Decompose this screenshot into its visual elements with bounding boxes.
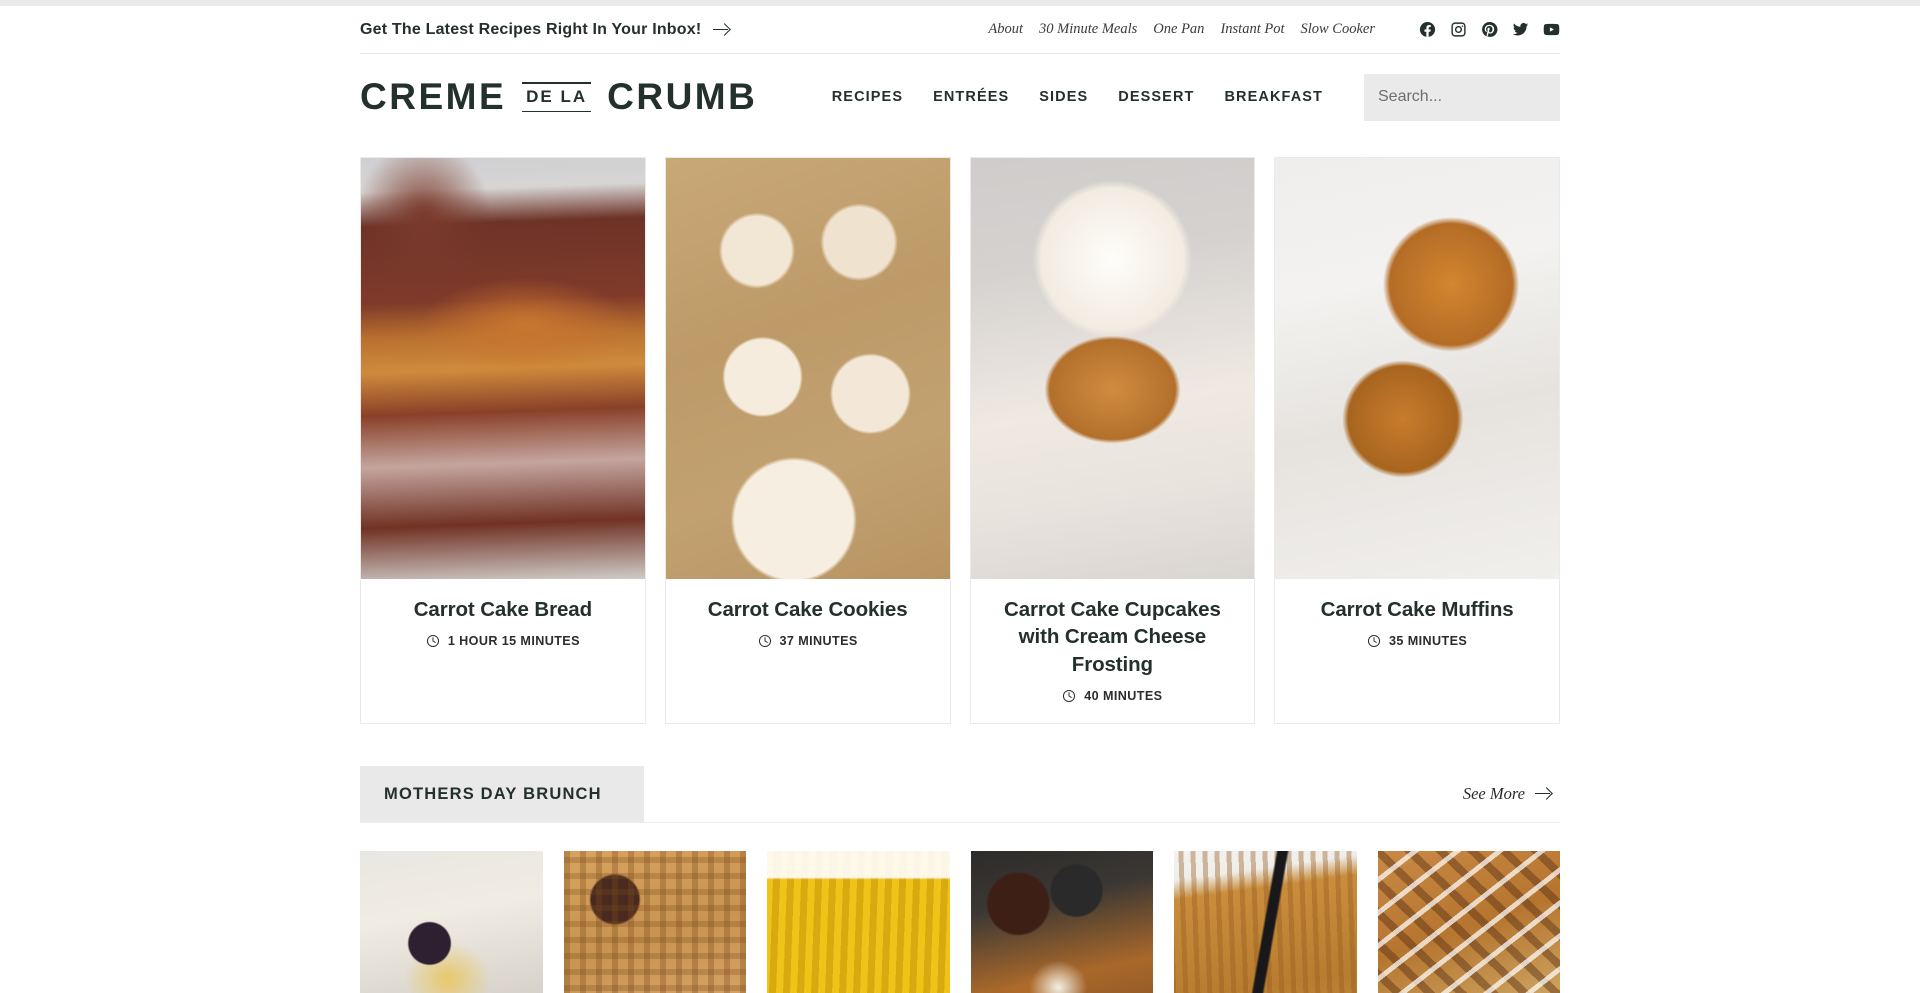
carousel-item[interactable] [1377,850,1560,993]
clock-icon [426,635,439,648]
top-bar-right: About 30 Minute Meals One Pan Instant Po… [980,21,1560,38]
recipe-card-time-label: 40 MINUTES [1084,688,1163,703]
recipe-card-title[interactable]: Carrot Cake Cookies [680,596,936,623]
site-header: CREME DE LA CRUMB RECIPES ENTRÉES SIDES … [360,54,1585,140]
carousel-item[interactable] [360,850,543,993]
recipe-card[interactable]: Carrot Cake Muffins 35 MINUTES [1274,157,1560,724]
recipe-card[interactable]: Carrot Cake Cookies 37 MINUTES [664,157,951,724]
recipe-card-time-label: 35 MINUTES [1389,634,1468,649]
recipe-card-image[interactable] [665,158,950,579]
recipe-card-image[interactable] [970,158,1255,579]
section-title: MOTHERS DAY BRUNCH [360,765,644,822]
recipe-card-image[interactable] [1275,158,1559,579]
brunch-carousel [360,850,1560,993]
recipe-card-time: 37 MINUTES [680,634,936,648]
youtube-icon[interactable] [1543,21,1560,38]
recipe-card-body: Carrot Cake Muffins 35 MINUTES [1275,579,1559,723]
recipe-card-image[interactable] [361,158,645,579]
site-logo[interactable]: CREME DE LA CRUMB [360,76,757,118]
recipe-card-title[interactable]: Carrot Cake Muffins [1289,596,1545,623]
recipe-card-time: 35 MINUTES [1289,634,1545,648]
logo-word-crumb: CRUMB [607,76,758,117]
top-nav-item-about[interactable]: About [980,21,1031,38]
recipe-card-time: 1 HOUR 15 MINUTES [375,634,631,648]
newsletter-announcement-link[interactable]: Get The Latest Recipes Right In Your Inb… [360,21,730,39]
recipe-card-time-label: 37 MINUTES [779,634,858,649]
arrow-right-icon [1535,787,1552,801]
top-bar: Get The Latest Recipes Right In Your Inb… [360,6,1560,54]
top-nav-links: About 30 Minute Meals One Pan Instant Po… [980,21,1383,38]
page-root: Get The Latest Recipes Right In Your Inb… [0,6,1920,993]
page-container: Get The Latest Recipes Right In Your Inb… [360,6,1585,993]
top-nav-item-slow-cooker[interactable]: Slow Cooker [1292,21,1383,38]
logo-word-creme: CREME [360,76,507,117]
carousel-item[interactable] [563,850,746,993]
carousel-item[interactable] [1174,850,1357,993]
top-nav-item-one-pan[interactable]: One Pan [1145,21,1212,38]
recipe-card-body: Carrot Cake Cupcakes with Cream Cheese F… [971,579,1255,723]
section-header: MOTHERS DAY BRUNCH See More [360,765,1560,823]
nav-item-breakfast[interactable]: BREAKFAST [1209,89,1338,105]
logo-word-dela: DE LA [526,86,588,106]
recipe-card-time-label: 1 HOUR 15 MINUTES [447,634,580,649]
clock-icon [758,635,771,648]
logo-middle: DE LA [520,81,593,113]
recipe-card-grid: Carrot Cake Bread 1 HOUR 15 MINUTES Carr… [360,157,1560,724]
recipe-card-title[interactable]: Carrot Cake Bread [375,596,631,623]
recipe-card-body: Carrot Cake Cookies 37 MINUTES [666,579,950,723]
nav-item-entrees[interactable]: ENTRÉES [918,89,1024,105]
see-more-link[interactable]: See More [1463,766,1560,822]
top-nav-item-instant-pot[interactable]: Instant Pot [1212,21,1292,38]
social-links [1419,21,1560,38]
recipe-card-title[interactable]: Carrot Cake Cupcakes with Cream Cheese F… [985,596,1241,678]
carousel-item[interactable] [767,850,950,993]
recipe-card-body: Carrot Cake Bread 1 HOUR 15 MINUTES [361,579,645,723]
clock-icon [1063,689,1076,702]
recipe-card-time: 40 MINUTES [985,689,1241,703]
instagram-icon[interactable] [1450,21,1467,38]
facebook-icon[interactable] [1419,21,1436,38]
twitter-icon[interactable] [1512,21,1529,38]
top-nav-item-30-minute-meals[interactable]: 30 Minute Meals [1031,21,1145,38]
see-more-label: See More [1462,783,1525,803]
nav-item-sides[interactable]: SIDES [1024,89,1103,105]
newsletter-announcement-text: Get The Latest Recipes Right In Your Inb… [360,20,702,38]
recipe-card[interactable]: Carrot Cake Cupcakes with Cream Cheese F… [969,157,1256,724]
logo-rule-bottom [522,110,592,113]
recipe-card[interactable]: Carrot Cake Bread 1 HOUR 15 MINUTES [360,157,646,724]
search-box[interactable] [1364,73,1585,121]
nav-item-dessert[interactable]: DESSERT [1103,89,1209,105]
pinterest-icon[interactable] [1481,21,1498,38]
clock-icon [1367,635,1381,648]
nav-item-recipes[interactable]: RECIPES [817,89,918,105]
main-navigation: RECIPES ENTRÉES SIDES DESSERT BREAKFAST [817,73,1585,121]
carousel-item[interactable] [970,850,1153,993]
arrow-right-icon [713,23,730,37]
search-input[interactable] [1378,88,1585,106]
